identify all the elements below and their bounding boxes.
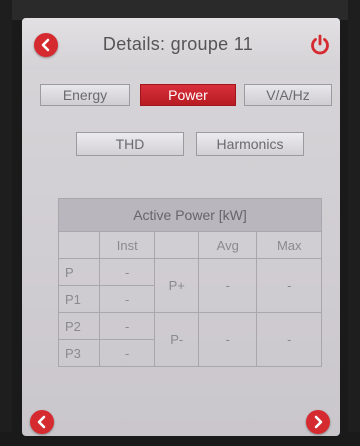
chevron-right-icon — [314, 415, 323, 429]
next-page-button[interactable] — [306, 410, 330, 434]
row-label: P2 — [58, 312, 100, 340]
table-header-row: Inst Avg Max — [58, 231, 322, 259]
max-value: - — [256, 312, 322, 367]
inst-value: - — [98, 258, 156, 286]
column-header — [58, 231, 100, 259]
device-screen: Details: groupe 11 Energy Power V/A/Hz T… — [22, 18, 340, 436]
group-label: P- — [154, 312, 199, 367]
table-caption: Active Power [kW] — [58, 198, 322, 232]
column-header-avg: Avg — [197, 231, 258, 259]
device-bezel-left — [0, 0, 12, 446]
previous-page-button[interactable] — [30, 410, 54, 434]
power-icon — [311, 34, 329, 55]
inst-value: - — [98, 285, 156, 313]
row-label: P — [58, 258, 100, 286]
group-label: P+ — [154, 258, 199, 313]
device-bezel-right — [348, 0, 360, 446]
tab-energy[interactable]: Energy — [40, 84, 130, 106]
chevron-left-icon — [37, 415, 46, 429]
max-value: - — [256, 258, 322, 313]
column-header — [154, 231, 199, 259]
row-label: P3 — [58, 339, 100, 367]
harmonics-button[interactable]: Harmonics — [196, 132, 304, 156]
avg-value: - — [197, 258, 258, 313]
table-row: P - P+ - - — [58, 258, 322, 313]
header-bar: Details: groupe 11 — [22, 18, 340, 70]
chevron-left-icon — [41, 38, 50, 52]
inst-value: - — [98, 339, 156, 367]
column-header-max: Max — [256, 231, 322, 259]
power-button[interactable] — [307, 32, 333, 58]
active-power-table: Active Power [kW] Inst Avg Max P - P+ - … — [58, 198, 322, 367]
tab-power[interactable]: Power — [140, 84, 236, 106]
table-row: P2 - P- - - — [58, 312, 322, 367]
avg-value: - — [197, 312, 258, 367]
tab-vahz[interactable]: V/A/Hz — [244, 84, 332, 106]
device-bezel-top — [0, 0, 360, 20]
back-button[interactable] — [34, 33, 58, 57]
row-label: P1 — [58, 285, 100, 313]
inst-value: - — [98, 312, 156, 340]
page-title: Details: groupe 11 — [102, 34, 254, 54]
thd-button[interactable]: THD — [76, 132, 184, 156]
column-header-inst: Inst — [98, 231, 156, 259]
